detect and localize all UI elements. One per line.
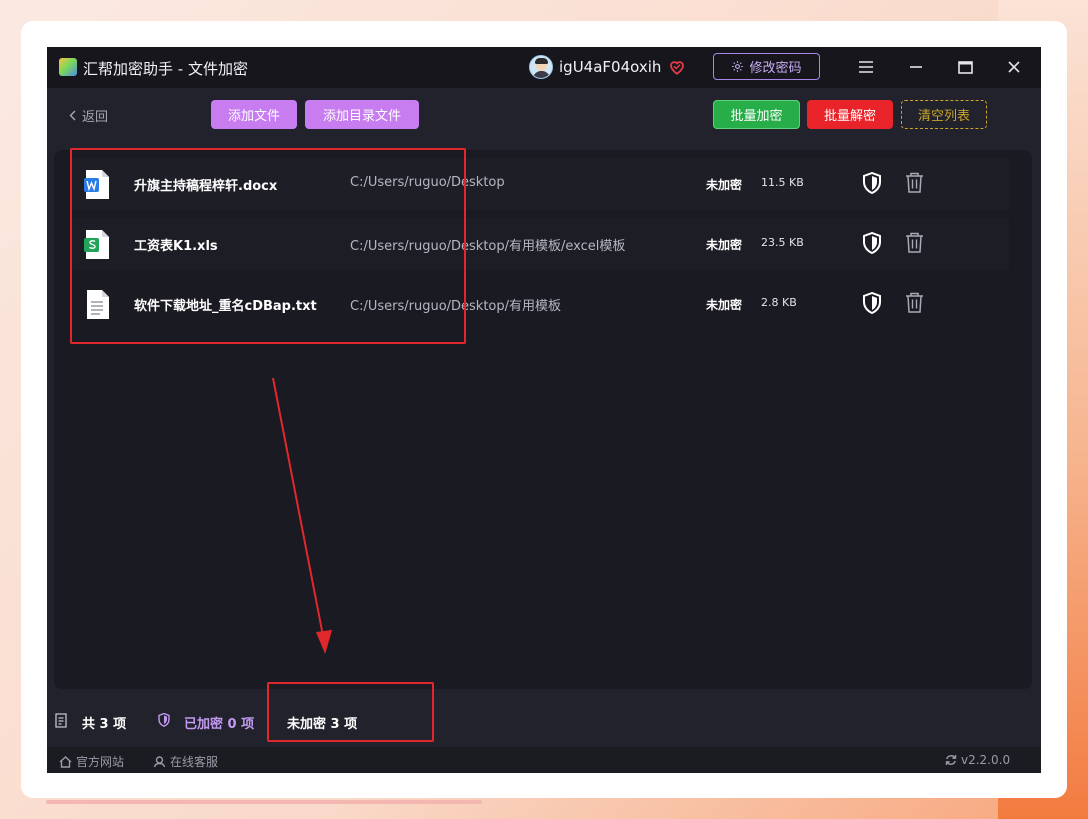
menu-icon[interactable] <box>855 56 877 78</box>
shield-icon <box>158 713 170 727</box>
official-website-link[interactable]: 官方网站 <box>59 753 124 770</box>
trash-icon[interactable] <box>905 172 924 193</box>
add-file-button[interactable]: 添加文件 <box>211 100 297 129</box>
total-count: 共 3 项 <box>82 717 127 732</box>
gear-icon <box>732 61 744 72</box>
encrypted-count: 已加密 0 项 <box>184 717 255 732</box>
back-label: 返回 <box>82 110 109 125</box>
change-password-button[interactable]: 修改密码 <box>713 53 820 80</box>
status-bar: 共 3 项 已加密 0 项 未加密 3 项 <box>47 702 1041 740</box>
version-info[interactable]: v2.2.0.0 <box>945 753 1010 767</box>
file-status: 未加密 <box>706 178 743 192</box>
add-directory-button[interactable]: 添加目录文件 <box>305 100 419 129</box>
app-window: 汇帮加密助手 - 文件加密 igU4aF04oxih 修改密码 返回 添加文件 … <box>47 47 1041 773</box>
back-button[interactable]: 返回 <box>69 106 108 125</box>
encrypt-shield-icon[interactable] <box>862 292 882 314</box>
annotation-box-unencrypted <box>267 682 434 742</box>
refresh-icon <box>945 755 957 765</box>
clear-list-button[interactable]: 清空列表 <box>901 100 987 129</box>
trash-icon[interactable] <box>905 292 924 313</box>
batch-encrypt-button[interactable]: 批量加密 <box>713 100 800 129</box>
trash-icon[interactable] <box>905 232 924 253</box>
online-service-label: 在线客服 <box>170 755 219 769</box>
batch-decrypt-button[interactable]: 批量解密 <box>807 100 893 129</box>
file-status: 未加密 <box>706 238 743 252</box>
file-size: 23.5 KB <box>761 236 804 249</box>
file-size: 11.5 KB <box>761 176 804 189</box>
maximize-icon[interactable] <box>954 56 976 78</box>
title-bar: 汇帮加密助手 - 文件加密 igU4aF04oxih 修改密码 <box>47 47 1041 88</box>
file-status: 未加密 <box>706 298 743 312</box>
encrypt-shield-icon[interactable] <box>862 232 882 254</box>
encrypt-shield-icon[interactable] <box>862 172 882 194</box>
footer: 官方网站 在线客服 v2.2.0.0 <box>47 747 1041 773</box>
chevron-left-icon <box>69 110 76 121</box>
official-website-label: 官方网站 <box>76 755 125 769</box>
annotation-box-file-list <box>70 148 466 344</box>
change-password-label: 修改密码 <box>749 61 802 76</box>
file-size: 2.8 KB <box>761 296 797 309</box>
support-agent-icon <box>153 756 166 768</box>
username: igU4aF04oxih <box>559 58 662 76</box>
window-title: 汇帮加密助手 - 文件加密 <box>83 60 248 78</box>
heart-icon <box>670 61 684 75</box>
minimize-icon[interactable] <box>905 56 927 78</box>
version-label: v2.2.0.0 <box>961 753 1011 767</box>
home-icon <box>59 755 72 768</box>
online-service-link[interactable]: 在线客服 <box>153 753 218 770</box>
user-avatar[interactable] <box>529 55 553 79</box>
decorative-underline <box>46 800 482 804</box>
close-icon[interactable] <box>1003 56 1025 78</box>
list-doc-icon <box>55 713 67 728</box>
app-logo-icon <box>59 58 77 76</box>
